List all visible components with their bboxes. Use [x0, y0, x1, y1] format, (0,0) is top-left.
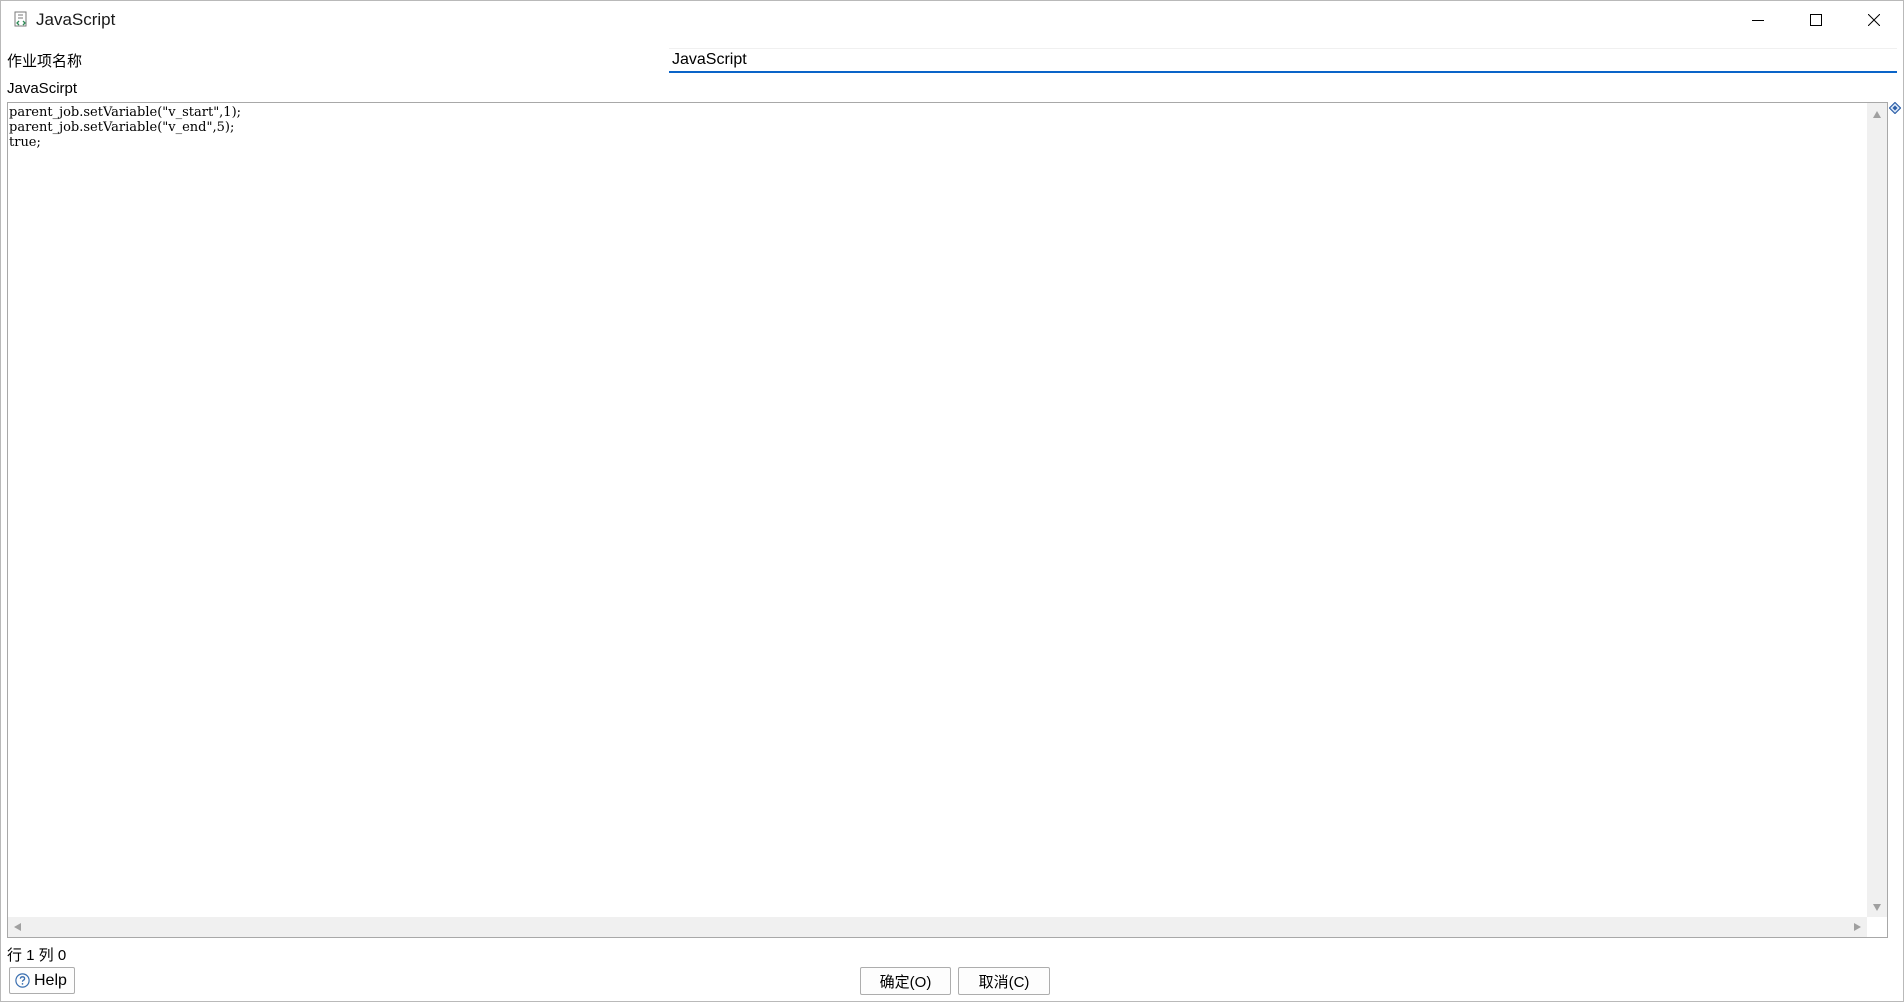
javascript-entry-icon [14, 11, 27, 27]
script-label: JavaScirpt [7, 80, 78, 97]
close-button[interactable] [1845, 1, 1903, 39]
horizontal-scrollbar[interactable] [8, 917, 1867, 937]
ok-button[interactable]: 确定(O) [860, 967, 951, 995]
scroll-up-arrow-icon[interactable] [1873, 111, 1881, 118]
variable-diamond-icon[interactable] [1889, 102, 1901, 114]
cursor-position-status: 行 1 列 0 [7, 947, 67, 964]
cancel-button[interactable]: 取消(C) [958, 967, 1050, 995]
minimize-icon [1752, 20, 1764, 21]
dialog-window: JavaScript 作业项名称 JavaScirpt parent_job.s… [0, 0, 1904, 1002]
window-title: JavaScript [36, 10, 116, 29]
scroll-right-arrow-icon[interactable] [1854, 923, 1861, 931]
code-line: parent_job.setVariable("v_start",1); [9, 105, 242, 120]
title-bar[interactable]: JavaScript [1, 1, 1903, 39]
vertical-scrollbar[interactable] [1867, 103, 1887, 917]
maximize-button[interactable] [1787, 1, 1845, 39]
entry-name-label: 作业项名称 [7, 53, 83, 70]
code-line: true; [9, 135, 41, 150]
code-line: parent_job.setVariable("v_end",5); [9, 120, 235, 135]
script-editor[interactable]: parent_job.setVariable("v_start",1); par… [7, 102, 1888, 938]
help-button[interactable]: Help [9, 967, 75, 994]
close-icon [1868, 14, 1880, 26]
code-area[interactable]: parent_job.setVariable("v_start",1); par… [9, 105, 1865, 915]
help-button-label: Help [34, 971, 67, 989]
maximize-icon [1810, 14, 1822, 26]
help-question-icon [15, 973, 30, 988]
scroll-down-arrow-icon[interactable] [1873, 904, 1881, 911]
entry-name-input[interactable] [669, 49, 1897, 73]
minimize-button[interactable] [1729, 1, 1787, 39]
scroll-left-arrow-icon[interactable] [14, 923, 21, 931]
scrollbar-corner [1867, 917, 1887, 937]
